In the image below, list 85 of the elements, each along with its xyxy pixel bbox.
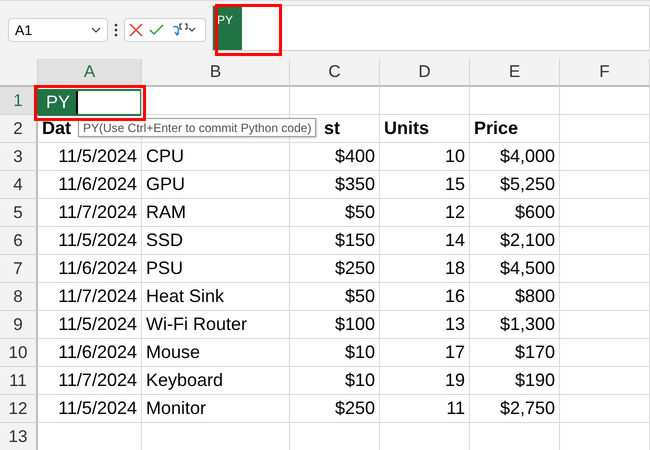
row-header[interactable]: 5 (0, 199, 38, 227)
table-cell: RAM (142, 199, 290, 227)
row-header[interactable]: 4 (0, 171, 38, 199)
table-cell: Units (380, 115, 470, 143)
table-cell: $350 (290, 171, 380, 199)
table-cell: SSD (142, 227, 290, 255)
table-cell: 17 (380, 339, 470, 367)
row-header[interactable]: 3 (0, 143, 38, 171)
check-icon[interactable] (149, 24, 164, 36)
table-cell: $150 (290, 227, 380, 255)
row-header[interactable]: 11 (0, 367, 38, 395)
row-header[interactable]: 12 (0, 395, 38, 423)
row-header[interactable]: 7 (0, 255, 38, 283)
table-cell: $4,000 (470, 143, 560, 171)
table-cell: 11/5/2024 (38, 395, 142, 423)
column-header[interactable]: A (38, 59, 142, 87)
table-cell: $5,250 (470, 171, 560, 199)
table-cell: $400 (290, 143, 380, 171)
table-cell: Heat Sink (142, 283, 290, 311)
chevron-down-icon[interactable] (91, 27, 101, 33)
python-cell-editor[interactable]: PY (38, 89, 141, 116)
table-cell: $170 (470, 339, 560, 367)
row-header[interactable]: 8 (0, 283, 38, 311)
table-cell: $10 (290, 339, 380, 367)
table-cell: 14 (380, 227, 470, 255)
table-cell: 15 (380, 171, 470, 199)
table-cell: 11/7/2024 (38, 199, 142, 227)
row-header[interactable]: 9 (0, 311, 38, 339)
table-cell: $10 (290, 367, 380, 395)
column-header[interactable]: D (380, 59, 470, 87)
table-cell: $250 (290, 395, 380, 423)
table-cell: Price (470, 115, 560, 143)
cell-reference: A1 (15, 22, 32, 38)
table-cell: $190 (470, 367, 560, 395)
column-header[interactable]: E (470, 59, 560, 87)
table-cell: 11 (380, 395, 470, 423)
python-label: PY (217, 13, 234, 27)
name-box[interactable]: A1 (8, 18, 108, 42)
table-cell: 18 (380, 255, 470, 283)
table-cell: $100 (290, 311, 380, 339)
table-cell: 11/6/2024 (38, 255, 142, 283)
table-cell: 16 (380, 283, 470, 311)
column-header[interactable]: C (290, 59, 380, 87)
table-cell: 11/7/2024 (38, 367, 142, 395)
table-cell: 11/5/2024 (38, 227, 142, 255)
more-options-icon[interactable] (114, 23, 118, 37)
table-cell: 19 (380, 367, 470, 395)
row-header[interactable]: 13 (0, 423, 38, 450)
table-cell: $800 (470, 283, 560, 311)
table-cell: 11/6/2024 (38, 171, 142, 199)
table-cell: $50 (290, 283, 380, 311)
table-cell: $4,500 (470, 255, 560, 283)
cancel-icon[interactable] (129, 23, 143, 37)
column-header[interactable]: B (142, 59, 290, 87)
formula-bar[interactable]: PY (212, 5, 650, 51)
table-cell: $250 (290, 255, 380, 283)
table-cell: $600 (470, 199, 560, 227)
table-cell: GPU (142, 171, 290, 199)
table-cell: $2,750 (470, 395, 560, 423)
table-cell: 10 (380, 143, 470, 171)
table-cell: $1,300 (470, 311, 560, 339)
table-cell: $50 (290, 199, 380, 227)
table-cell: PSU (142, 255, 290, 283)
table-cell: 11/7/2024 (38, 283, 142, 311)
table-cell: CPU (142, 143, 290, 171)
python-label: PY (45, 92, 72, 113)
table-cell: $2,100 (470, 227, 560, 255)
table-cell: Monitor (142, 395, 290, 423)
table-cell: 11/5/2024 (38, 143, 142, 171)
highlight-frame (215, 4, 282, 56)
row-header[interactable]: 2 (0, 115, 38, 143)
table-cell: Mouse (142, 339, 290, 367)
table-cell: 12 (380, 199, 470, 227)
tooltip: PY(Use Ctrl+Enter to commit Python code) (78, 118, 316, 137)
column-header[interactable]: F (560, 59, 650, 87)
table-cell: 13 (380, 311, 470, 339)
table-cell: 11/6/2024 (38, 339, 142, 367)
insert-code-icon[interactable] (170, 22, 196, 38)
input-field[interactable] (76, 91, 140, 114)
table-cell: Keyboard (142, 367, 290, 395)
row-header[interactable]: 1 (0, 87, 38, 115)
table-cell: 11/5/2024 (38, 311, 142, 339)
table-cell: Wi-Fi Router (142, 311, 290, 339)
row-header[interactable]: 6 (0, 227, 38, 255)
row-header[interactable]: 10 (0, 339, 38, 367)
